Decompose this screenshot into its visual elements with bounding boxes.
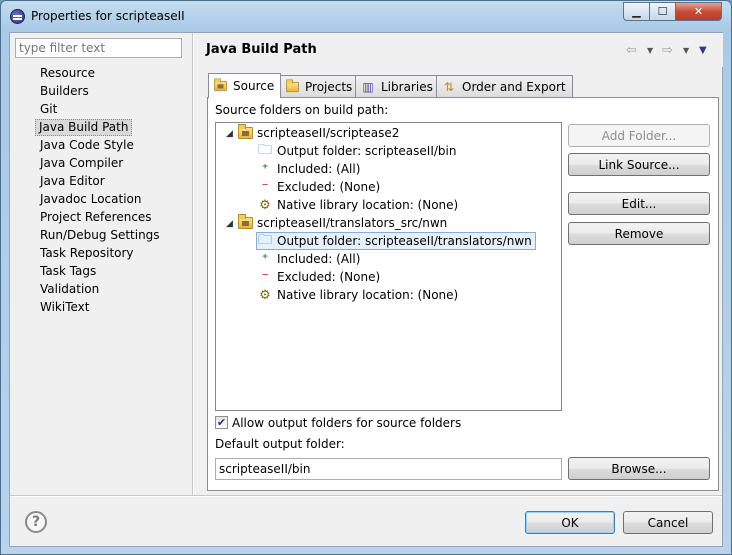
inclusion-filter-icon: ⁺ xyxy=(261,251,269,267)
tree-node-included[interactable]: ⁺ Included: (All) xyxy=(257,250,361,268)
view-menu-icon[interactable]: ▼ xyxy=(699,45,707,56)
close-icon: ✕ xyxy=(693,5,704,18)
tree-node-label: scripteaseII/translators_src/nwn xyxy=(257,216,448,230)
nav-item-project-references[interactable]: Project References xyxy=(37,209,155,226)
eclipse-icon xyxy=(10,9,25,24)
page-header: Java Build Path ⇦ ▼ ⇨ ▼ ▼ xyxy=(194,33,723,67)
tree-node-label: Included: (All) xyxy=(277,252,361,266)
output-folder-icon: 🗀 xyxy=(258,142,272,158)
maximize-icon: ☐ xyxy=(657,5,668,18)
link-source-button[interactable]: Link Source... xyxy=(568,153,710,176)
back-arrow-icon[interactable]: ⇦ xyxy=(626,43,637,58)
default-output-folder-field[interactable]: scripteaseII/bin xyxy=(215,458,562,480)
ok-button[interactable]: OK xyxy=(525,511,615,534)
pane-divider-highlight xyxy=(193,33,194,495)
source-folder-icon xyxy=(238,214,253,229)
tree-node-label: Native library location: (None) xyxy=(277,288,459,302)
cancel-button[interactable]: Cancel xyxy=(623,511,713,534)
nav-item-java-code-style[interactable]: Java Code Style xyxy=(37,137,137,154)
properties-dialog: Properties for scripteaseII ▁ ☐ ✕ Resour… xyxy=(0,0,732,555)
nav-item-java-build-path[interactable]: Java Build Path xyxy=(35,119,133,136)
nav-item-validation[interactable]: Validation xyxy=(37,281,102,298)
footer-separator-highlight xyxy=(10,496,722,497)
tree-node-label: Excluded: (None) xyxy=(277,180,381,194)
nav-item-task-tags[interactable]: Task Tags xyxy=(37,263,99,280)
tab-libraries-label: Libraries xyxy=(381,79,433,94)
tab-projects[interactable]: Projects xyxy=(280,75,360,97)
window-title: Properties for scripteaseII xyxy=(31,9,185,23)
source-folder-icon xyxy=(214,78,227,92)
remove-button[interactable]: Remove xyxy=(568,222,710,245)
back-dropdown-icon[interactable]: ▼ xyxy=(647,46,653,55)
native-library-icon: ⚙ xyxy=(259,197,271,213)
tree-node-excluded[interactable]: ⁻ Excluded: (None) xyxy=(257,268,381,286)
tab-source[interactable]: Source xyxy=(208,73,282,98)
exclusion-filter-icon: ⁻ xyxy=(261,269,269,285)
allow-output-folders-label[interactable]: Allow output folders for source folders xyxy=(232,416,461,430)
tree-node-included[interactable]: ⁺ Included: (All) xyxy=(257,160,361,178)
nav-item-builders[interactable]: Builders xyxy=(37,83,92,100)
forward-arrow-icon[interactable]: ⇨ xyxy=(662,43,673,58)
tab-order-export-label: Order and Export xyxy=(462,79,566,94)
project-icon xyxy=(286,78,299,92)
page-title: Java Build Path xyxy=(206,42,317,57)
native-library-icon: ⚙ xyxy=(259,287,271,303)
checkmark-icon: ✔ xyxy=(216,416,227,429)
tree-node-label: scripteaseII/scriptease2 xyxy=(257,126,400,140)
source-folder-icon xyxy=(238,124,253,139)
collapse-icon[interactable]: ◢ xyxy=(226,129,233,139)
inclusion-filter-icon: ⁺ xyxy=(261,161,269,177)
minimize-icon: ▁ xyxy=(632,5,641,18)
source-folder-tree[interactable]: ◢ scripteaseII/scriptease2 🗀 Output fold… xyxy=(215,122,562,411)
exclusion-filter-icon: ⁻ xyxy=(261,179,269,195)
order-export-icon: ⇅ xyxy=(443,79,455,94)
minimize-button[interactable]: ▁ xyxy=(623,2,650,21)
tree-node-native-library[interactable]: ⚙ Native library location: (None) xyxy=(257,196,458,214)
maximize-button[interactable]: ☐ xyxy=(649,2,676,21)
help-icon[interactable]: ? xyxy=(25,511,47,533)
nav-item-wikitext[interactable]: WikiText xyxy=(37,299,93,316)
tree-node-native-library[interactable]: ⚙ Native library location: (None) xyxy=(257,286,458,304)
nav-item-git[interactable]: Git xyxy=(37,101,60,118)
dialog-body: Resource Builders Git Java Build Path Ja… xyxy=(9,32,723,547)
tree-node-label: Output folder: scripteaseII/bin xyxy=(277,144,457,158)
tree-node-label: Included: (All) xyxy=(277,162,361,176)
output-folder-icon: 🗀 xyxy=(258,232,272,248)
nav-item-java-editor[interactable]: Java Editor xyxy=(37,173,108,190)
tab-libraries[interactable]: ▥ Libraries xyxy=(355,75,440,97)
tree-node-output-folder[interactable]: 🗀 Output folder: scripteaseII/bin xyxy=(257,142,456,160)
tree-node-label: Output folder: scripteaseII/translators/… xyxy=(277,234,532,248)
close-button[interactable]: ✕ xyxy=(675,2,722,21)
browse-button[interactable]: Browse... xyxy=(568,457,710,480)
tab-order-export[interactable]: ⇅ Order and Export xyxy=(436,75,573,97)
default-output-folder-label: Default output folder: xyxy=(215,437,345,451)
nav-item-task-repository[interactable]: Task Repository xyxy=(37,245,137,262)
source-folders-heading: Source folders on build path: xyxy=(215,103,389,117)
nav-item-resource[interactable]: Resource xyxy=(37,65,98,82)
tree-node-excluded[interactable]: ⁻ Excluded: (None) xyxy=(257,178,381,196)
nav-item-javadoc-location[interactable]: Javadoc Location xyxy=(37,191,144,208)
forward-dropdown-icon[interactable]: ▼ xyxy=(683,46,689,55)
libraries-icon: ▥ xyxy=(362,79,374,94)
tree-node-output-folder-selected[interactable]: 🗀 Output folder: scripteaseII/translator… xyxy=(256,232,536,250)
tab-source-label: Source xyxy=(233,79,275,93)
edit-button[interactable]: Edit... xyxy=(568,192,710,215)
allow-output-folders-checkbox[interactable]: ✔ xyxy=(215,416,228,429)
add-folder-button[interactable]: Add Folder... xyxy=(568,124,710,147)
tree-node-label: Excluded: (None) xyxy=(277,270,381,284)
title-bar[interactable]: Properties for scripteaseII ▁ ☐ ✕ xyxy=(1,1,731,31)
collapse-icon[interactable]: ◢ xyxy=(226,219,233,229)
filter-input[interactable] xyxy=(15,38,182,58)
tab-projects-label: Projects xyxy=(305,79,353,94)
nav-item-run-debug-settings[interactable]: Run/Debug Settings xyxy=(37,227,163,244)
nav-item-java-compiler[interactable]: Java Compiler xyxy=(37,155,126,172)
tree-node-label: Native library location: (None) xyxy=(277,198,459,212)
